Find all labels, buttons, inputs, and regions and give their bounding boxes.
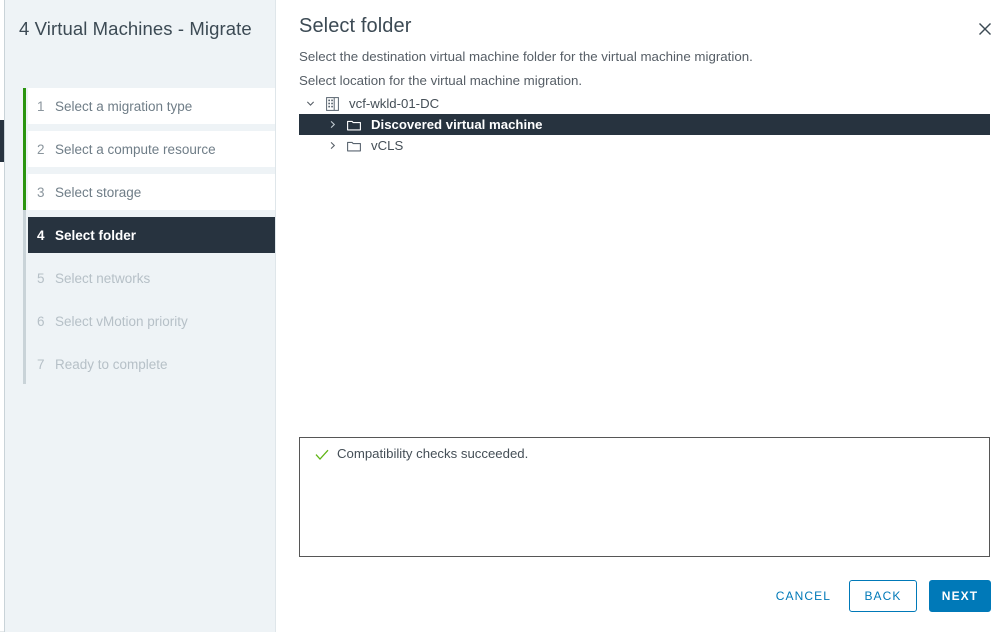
sidebar-step-5[interactable]: 5 Select networks: [28, 260, 278, 296]
compatibility-message: Compatibility checks succeeded.: [337, 446, 528, 461]
tree-row[interactable]: Discovered virtual machine: [299, 114, 990, 135]
datacenter-icon: [321, 97, 343, 111]
wizard-sidebar: 4 Virtual Machines - Migrate 1 Select a …: [5, 0, 275, 632]
step-label: Select folder: [55, 228, 136, 243]
wizard-content-pane: Select folder Select the destination vir…: [276, 0, 1008, 632]
chevron-down-icon[interactable]: [299, 99, 321, 108]
step-progress-completed: [23, 88, 26, 210]
sidebar-step-2[interactable]: 2 Select a compute resource: [28, 131, 278, 167]
step-number: 2: [28, 142, 55, 157]
step-number: 6: [28, 314, 55, 329]
step-label: Ready to complete: [55, 357, 168, 372]
step-number: 5: [28, 271, 55, 286]
folder-icon: [343, 140, 365, 152]
step-label: Select networks: [55, 271, 150, 286]
step-label: Select storage: [55, 185, 141, 200]
sidebar-step-1[interactable]: 1 Select a migration type: [28, 88, 278, 124]
step-number: 1: [28, 99, 55, 114]
close-icon: [978, 22, 992, 36]
step-label: Select a migration type: [55, 99, 192, 114]
chevron-right-icon[interactable]: [321, 120, 343, 129]
description-line-2: Select location for the virtual machine …: [299, 73, 582, 88]
folder-icon: [343, 119, 365, 131]
step-number: 4: [28, 228, 55, 243]
cancel-button[interactable]: CANCEL: [770, 580, 837, 612]
tree-node-label: vcf-wkld-01-DC: [343, 96, 439, 111]
close-button[interactable]: [972, 16, 998, 42]
step-label: Select vMotion priority: [55, 314, 188, 329]
tree-node-label: vCLS: [365, 138, 403, 153]
step-number: 7: [28, 357, 55, 372]
tree-row[interactable]: vcf-wkld-01-DC: [299, 93, 990, 114]
tree-node-label: Discovered virtual machine: [365, 117, 543, 132]
page-title: Select folder: [299, 15, 411, 38]
sidebar-step-7[interactable]: 7 Ready to complete: [28, 346, 278, 382]
check-icon: [313, 446, 331, 464]
chevron-right-icon[interactable]: [321, 141, 343, 150]
step-number: 3: [28, 185, 55, 200]
tree-row[interactable]: vCLS: [299, 135, 990, 156]
wizard-footer: CANCEL BACK NEXT: [770, 580, 991, 612]
back-button[interactable]: BACK: [849, 580, 917, 612]
next-button[interactable]: NEXT: [929, 580, 991, 612]
wizard-step-list: 1 Select a migration type 2 Select a com…: [23, 88, 275, 389]
step-label: Select a compute resource: [55, 142, 216, 157]
sidebar-step-3[interactable]: 3 Select storage: [28, 174, 278, 210]
migrate-wizard-window: 4 Virtual Machines - Migrate 1 Select a …: [0, 0, 1008, 632]
compatibility-panel: Compatibility checks succeeded.: [299, 437, 990, 557]
folder-tree: vcf-wkld-01-DC Discovered virtual machin…: [299, 93, 990, 156]
wizard-title: 4 Virtual Machines - Migrate: [19, 16, 259, 42]
compatibility-status: Compatibility checks succeeded.: [313, 446, 528, 464]
sidebar-step-4[interactable]: 4 Select folder: [28, 217, 278, 253]
sidebar-step-6[interactable]: 6 Select vMotion priority: [28, 303, 278, 339]
description-line-1: Select the destination virtual machine f…: [299, 49, 753, 64]
